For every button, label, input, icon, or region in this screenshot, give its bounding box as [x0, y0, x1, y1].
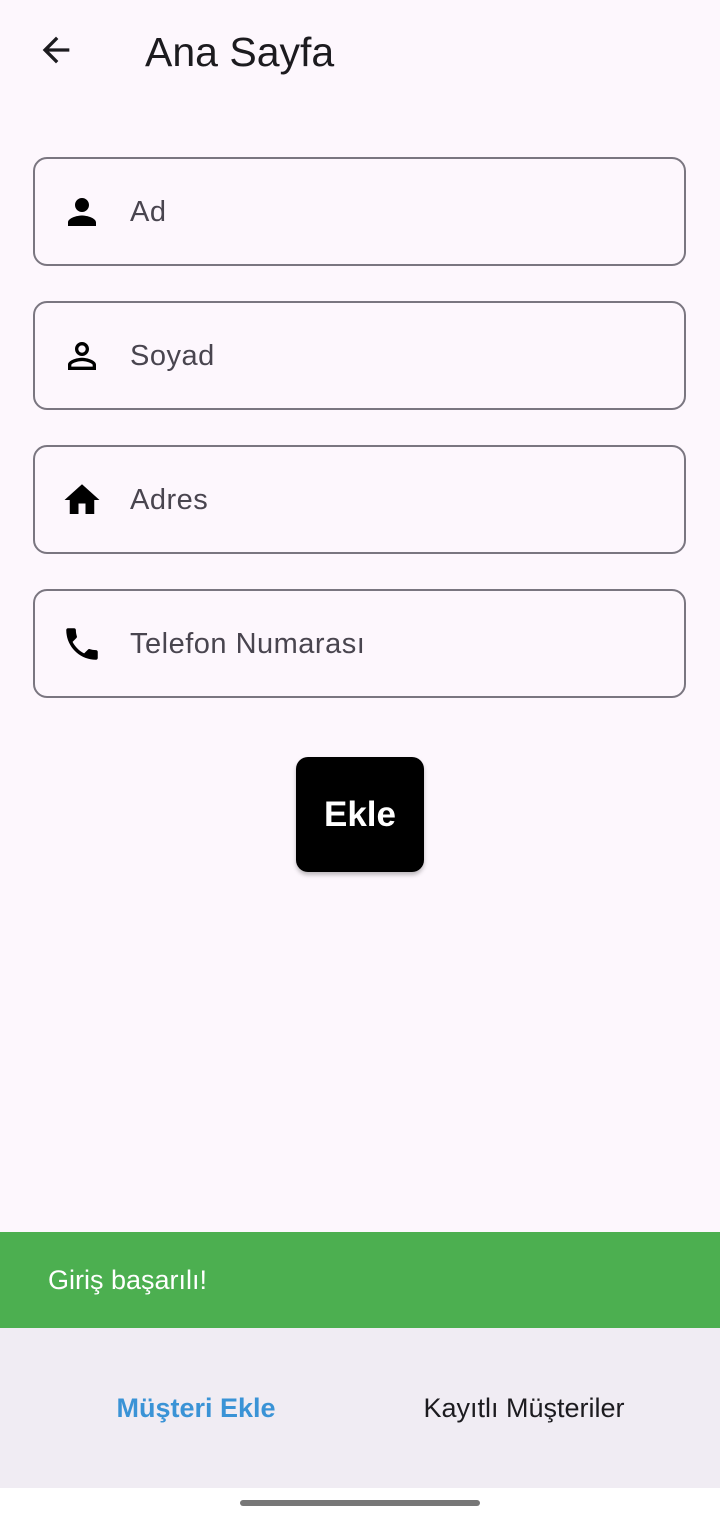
- bottom-nav: Müşteri Ekle Kayıtlı Müşteriler: [0, 1328, 720, 1488]
- gesture-handle[interactable]: [240, 1500, 480, 1506]
- ekle-button[interactable]: Ekle: [296, 757, 424, 872]
- arrow-back-icon: [36, 30, 76, 75]
- app-bar: Ana Sayfa: [0, 0, 720, 104]
- person-icon: [61, 191, 103, 233]
- telefon-field[interactable]: Telefon Numarası: [33, 589, 686, 698]
- person-outline-icon: [61, 335, 103, 377]
- phone-icon: [61, 623, 103, 665]
- soyad-placeholder: Soyad: [130, 340, 215, 372]
- ad-placeholder: Ad: [130, 196, 167, 228]
- page-title: Ana Sayfa: [145, 29, 335, 75]
- ad-field[interactable]: Ad: [33, 157, 686, 266]
- soyad-field[interactable]: Soyad: [33, 301, 686, 410]
- nav-item-kayitli-musteriler[interactable]: Kayıtlı Müşteriler: [344, 1328, 704, 1488]
- nav-item-musteri-ekle[interactable]: Müşteri Ekle: [16, 1328, 376, 1488]
- home-icon: [61, 479, 103, 521]
- snackbar-message: Giriş başarılı!: [48, 1265, 208, 1295]
- adres-placeholder: Adres: [130, 484, 209, 516]
- back-button[interactable]: [28, 28, 84, 76]
- telefon-placeholder: Telefon Numarası: [130, 628, 366, 660]
- adres-field[interactable]: Adres: [33, 445, 686, 554]
- snackbar: Giriş başarılı!: [0, 1232, 720, 1328]
